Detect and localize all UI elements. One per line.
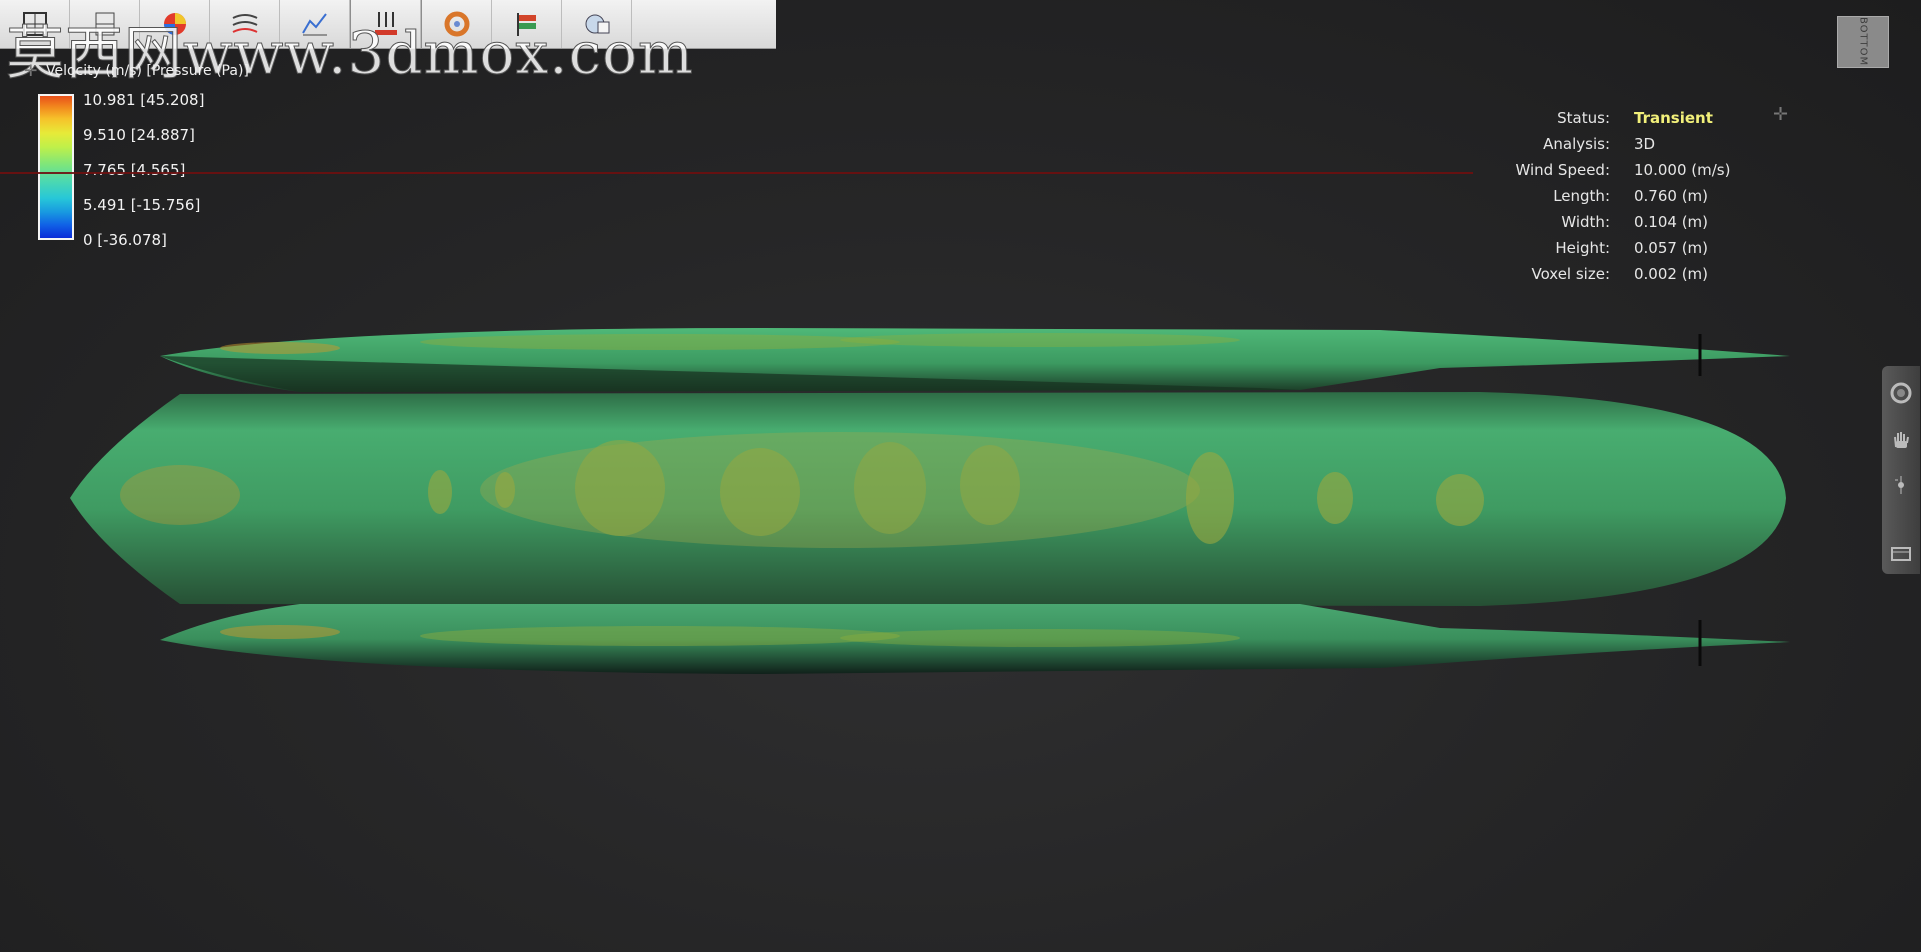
- orbit-icon: [1890, 382, 1912, 404]
- info-key: Voxel size:: [1531, 265, 1610, 283]
- info-key: Length:: [1553, 187, 1610, 205]
- info-value: 0.760 (m): [1634, 187, 1709, 205]
- orbit-button[interactable]: [1886, 374, 1916, 412]
- view-icon: [1891, 547, 1911, 561]
- surface-color-button[interactable]: [140, 0, 210, 48]
- force-button[interactable]: [351, 0, 421, 48]
- upper-side-hull: [160, 328, 1790, 392]
- legend-labels: 10.981 [45.208] 9.510 [24.887] 7.765 [4.…: [83, 90, 204, 265]
- info-value: 0.002 (m): [1634, 265, 1709, 283]
- info-row-voxel-size: Voxel size: 0.002 (m): [1490, 261, 1730, 287]
- legend-label: 0 [-36.078]: [83, 231, 167, 249]
- toolbar: [0, 0, 776, 49]
- zoom-button[interactable]: [1886, 466, 1916, 504]
- info-row-status: Status: Transient: [1490, 105, 1730, 131]
- legend-label: 9.510 [24.887]: [83, 126, 195, 144]
- flag-button[interactable]: [492, 0, 562, 48]
- flag-icon: [516, 13, 536, 36]
- info-row-length: Length: 0.760 (m): [1490, 183, 1730, 209]
- info-key: Height:: [1555, 239, 1610, 257]
- zoom-slider-icon: [1895, 476, 1904, 494]
- info-value: 10.000 (m/s): [1634, 161, 1731, 179]
- info-key: Wind Speed:: [1515, 161, 1610, 179]
- info-row-analysis: Analysis: 3D: [1490, 131, 1730, 157]
- chart-icon: [301, 13, 327, 36]
- info-row-wind-speed: Wind Speed: 10.000 (m/s): [1490, 157, 1730, 183]
- force-arrows-icon: [374, 12, 397, 35]
- pan-hand-icon: [1894, 432, 1909, 448]
- grid-icon: [22, 12, 47, 36]
- info-key: Width:: [1561, 213, 1610, 231]
- color-scale-bar: [38, 94, 74, 240]
- legend-move-icon[interactable]: ✛: [24, 61, 37, 80]
- legend-label: 10.981 [45.208]: [83, 91, 205, 109]
- analysis-info-panel: Status: Transient Analysis: 3D Wind Spee…: [1490, 105, 1730, 287]
- color-sphere-icon: [163, 13, 186, 35]
- view-cube-label: BOTTOM: [1857, 17, 1869, 67]
- model-viewport[interactable]: [60, 320, 1800, 680]
- info-move-icon[interactable]: ✛: [1773, 104, 1788, 125]
- main-hull: [70, 392, 1786, 606]
- legend-title: Velocity (m/s) [Pressure (Pa)]: [46, 63, 249, 79]
- info-value: 0.104 (m): [1634, 213, 1709, 231]
- grid-button[interactable]: [0, 0, 70, 48]
- streamline-button[interactable]: [210, 0, 280, 48]
- donut-icon: [444, 11, 469, 37]
- lower-side-hull: [160, 604, 1790, 674]
- chart-button[interactable]: [280, 0, 350, 48]
- legend-label: 7.765 [4.565]: [83, 161, 186, 179]
- legend-label: 5.491 [-15.756]: [83, 196, 201, 214]
- pan-button[interactable]: [1886, 420, 1916, 458]
- info-row-height: Height: 0.057 (m): [1490, 235, 1730, 261]
- settings-button[interactable]: [562, 0, 632, 48]
- view-button[interactable]: [1886, 534, 1916, 572]
- results-button[interactable]: [422, 0, 492, 48]
- view-cube[interactable]: BOTTOM: [1837, 16, 1889, 68]
- info-key: Status:: [1557, 109, 1610, 127]
- info-value: 0.057 (m): [1634, 239, 1709, 257]
- status-value: Transient: [1634, 109, 1713, 127]
- settings-icon: [585, 14, 609, 34]
- plane-button[interactable]: [70, 0, 140, 48]
- info-row-width: Width: 0.104 (m): [1490, 209, 1730, 235]
- plane-icon: [95, 12, 114, 36]
- navigation-bar: [1882, 366, 1920, 574]
- info-value: 3D: [1634, 135, 1656, 153]
- info-key: Analysis:: [1543, 135, 1610, 153]
- reference-line: [0, 172, 1473, 174]
- streamline-icon: [232, 14, 257, 33]
